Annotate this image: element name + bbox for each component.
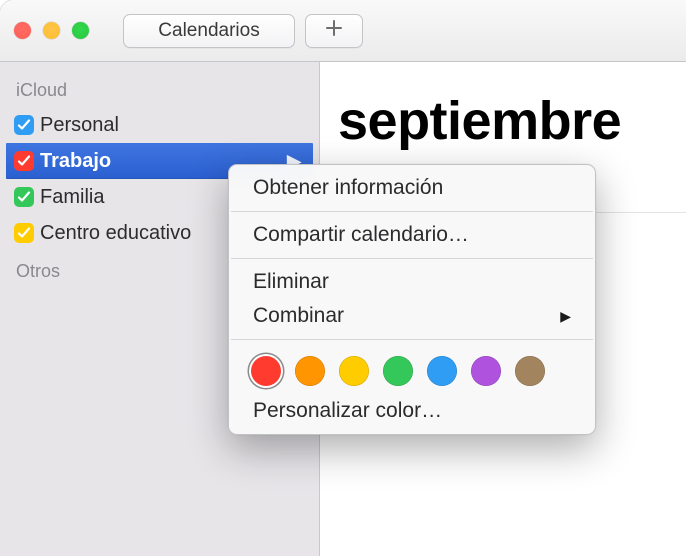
menu-separator bbox=[231, 258, 593, 259]
menu-item-label: Eliminar bbox=[253, 270, 329, 294]
maximize-window-button[interactable] bbox=[72, 22, 89, 39]
chevron-right-icon: ▶ bbox=[560, 308, 571, 325]
traffic-lights bbox=[14, 22, 89, 39]
minimize-window-button[interactable] bbox=[43, 22, 60, 39]
menu-separator bbox=[231, 211, 593, 212]
add-event-button[interactable] bbox=[305, 14, 363, 48]
menu-item-get-info[interactable]: Obtener información bbox=[229, 171, 595, 205]
checkbox-icon[interactable] bbox=[14, 223, 34, 243]
color-swatch-yellow[interactable] bbox=[339, 356, 369, 386]
context-menu: Obtener información Compartir calendario… bbox=[228, 164, 596, 435]
menu-item-custom-color[interactable]: Personalizar color… bbox=[229, 394, 595, 428]
color-swatch-purple[interactable] bbox=[471, 356, 501, 386]
menu-item-merge[interactable]: Combinar ▶ bbox=[229, 299, 595, 333]
menu-item-share-calendar[interactable]: Compartir calendario… bbox=[229, 218, 595, 252]
menu-item-label: Personalizar color… bbox=[253, 399, 442, 423]
menu-item-label: Obtener información bbox=[253, 176, 443, 200]
color-swatch-red[interactable] bbox=[251, 356, 281, 386]
checkbox-icon[interactable] bbox=[14, 115, 34, 135]
color-swatch-row bbox=[229, 346, 595, 394]
menu-item-label: Compartir calendario… bbox=[253, 223, 469, 247]
calendars-toggle-label: Calendarios bbox=[158, 20, 259, 42]
checkbox-icon[interactable] bbox=[14, 187, 34, 207]
app-window: Calendarios iCloud Personal bbox=[0, 0, 686, 556]
color-swatch-brown[interactable] bbox=[515, 356, 545, 386]
menu-item-delete[interactable]: Eliminar bbox=[229, 265, 595, 299]
calendars-toggle-button[interactable]: Calendarios bbox=[123, 14, 295, 48]
checkbox-icon[interactable] bbox=[14, 151, 34, 171]
menu-item-label: Combinar bbox=[253, 304, 344, 328]
titlebar: Calendarios bbox=[0, 0, 686, 62]
close-window-button[interactable] bbox=[14, 22, 31, 39]
calendar-item-label: Personal bbox=[40, 114, 307, 137]
sidebar-group-label: iCloud bbox=[0, 70, 319, 107]
menu-separator bbox=[231, 339, 593, 340]
month-title: septiembre bbox=[338, 90, 621, 152]
color-swatch-orange[interactable] bbox=[295, 356, 325, 386]
color-swatch-blue[interactable] bbox=[427, 356, 457, 386]
calendar-item-personal[interactable]: Personal bbox=[0, 107, 319, 143]
plus-icon bbox=[324, 18, 344, 43]
color-swatch-green[interactable] bbox=[383, 356, 413, 386]
